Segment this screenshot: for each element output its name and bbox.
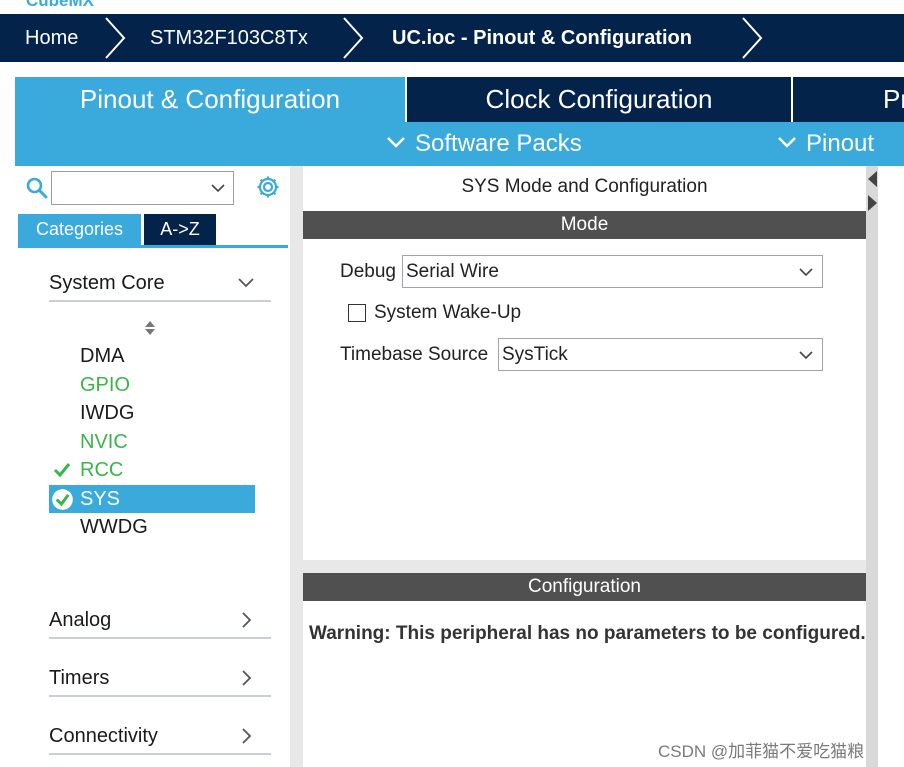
left-panel: Categories A->Z System Core DMA GPIO IWD… xyxy=(15,166,290,767)
gear-icon[interactable] xyxy=(255,174,281,200)
group-label: Connectivity xyxy=(49,725,158,747)
collapse-left-icon[interactable] xyxy=(867,170,878,188)
breadcrumb-device[interactable]: STM32F103C8Tx xyxy=(150,14,308,62)
right-panel-scrollbar[interactable] xyxy=(866,166,878,767)
group-system-core[interactable]: System Core xyxy=(49,266,271,302)
wakeup-label: System Wake-Up xyxy=(374,302,522,323)
timebase-value: SysTick xyxy=(502,344,568,365)
chevron-down-icon xyxy=(799,351,813,360)
peripheral-label: GPIO xyxy=(80,374,131,396)
chevron-right-icon xyxy=(343,17,364,59)
chevron-right-icon xyxy=(742,17,763,59)
debug-label: Debug xyxy=(340,261,396,282)
peripheral-rcc[interactable]: RCC xyxy=(49,456,255,484)
checkmark-icon xyxy=(53,463,71,478)
pinout-menu[interactable]: Pinout xyxy=(776,122,874,166)
left-panel-scrollbar[interactable] xyxy=(290,166,303,767)
search-input[interactable] xyxy=(56,172,206,202)
software-packs-label: Software Packs xyxy=(415,130,582,157)
breadcrumb-project[interactable]: UC.ioc - Pinout & Configuration xyxy=(392,14,692,62)
peripheral-wwdg[interactable]: WWDG xyxy=(49,513,255,541)
right-edge xyxy=(878,166,904,767)
group-timers[interactable]: Timers xyxy=(49,661,271,697)
app-logo: CubeMX xyxy=(0,0,904,14)
configuration-header: Configuration xyxy=(303,573,866,601)
tab-pinout-configuration[interactable]: Pinout & Configuration xyxy=(15,77,405,122)
breadcrumb: Home STM32F103C8Tx UC.ioc - Pinout & Con… xyxy=(0,14,904,62)
peripheral-sys[interactable]: SYS xyxy=(49,485,255,513)
peripheral-label: IWDG xyxy=(80,402,135,424)
peripheral-dma[interactable]: DMA xyxy=(49,342,255,370)
sub-menu-bar: Software Packs Pinout xyxy=(15,122,904,166)
chevron-down-icon[interactable] xyxy=(209,181,227,195)
chevron-down-icon xyxy=(387,137,405,148)
wakeup-checkbox[interactable] xyxy=(348,304,366,322)
chevron-right-icon xyxy=(242,612,252,628)
sort-icon[interactable] xyxy=(143,319,157,337)
mode-header: Mode xyxy=(303,211,866,239)
chevron-down-icon xyxy=(778,137,796,148)
panel-title: SYS Mode and Configuration xyxy=(461,176,708,197)
tab-categories[interactable]: Categories xyxy=(18,214,141,245)
group-label: Timers xyxy=(49,667,110,689)
chevron-down-icon xyxy=(799,268,813,277)
peripheral-label: WWDG xyxy=(80,516,148,538)
category-tabs: Categories A->Z xyxy=(18,214,288,248)
search-combobox[interactable] xyxy=(51,171,234,205)
chevron-down-icon xyxy=(238,278,254,288)
tabs-spacer xyxy=(0,62,904,77)
peripheral-gpio[interactable]: GPIO xyxy=(49,371,255,399)
group-label: Analog xyxy=(49,609,112,631)
breadcrumb-home[interactable]: Home xyxy=(25,14,78,62)
debug-value: Serial Wire xyxy=(406,261,499,282)
debug-select[interactable]: Serial Wire xyxy=(402,255,823,288)
pinout-label: Pinout xyxy=(806,130,875,157)
tab-clock-configuration[interactable]: Clock Configuration xyxy=(407,77,791,122)
tab-project-manager[interactable]: Pr xyxy=(883,77,904,122)
peripheral-iwdg[interactable]: IWDG xyxy=(49,399,255,427)
expand-right-icon[interactable] xyxy=(867,194,878,212)
chevron-right-icon xyxy=(105,17,126,59)
peripheral-label: SYS xyxy=(80,488,121,510)
tab-divider xyxy=(791,77,793,122)
app-logo-text: CubeMX xyxy=(26,0,94,10)
timebase-select[interactable]: SysTick xyxy=(498,338,823,371)
tab-a-to-z[interactable]: A->Z xyxy=(144,214,216,245)
group-analog[interactable]: Analog xyxy=(49,603,271,639)
peripheral-label: NVIC xyxy=(80,431,128,453)
search-icon[interactable] xyxy=(25,176,49,200)
group-connectivity[interactable]: Connectivity xyxy=(49,719,271,755)
warning-message: Warning: This peripheral has no paramete… xyxy=(309,623,866,644)
peripheral-label: RCC xyxy=(80,459,124,481)
chevron-right-icon xyxy=(242,728,252,744)
group-label: System Core xyxy=(49,272,165,294)
peripheral-nvic[interactable]: NVIC xyxy=(49,428,255,456)
watermark: CSDN @加菲猫不爱吃猫粮 xyxy=(658,742,865,761)
panel-splitter[interactable] xyxy=(303,560,866,574)
software-packs-menu[interactable]: Software Packs xyxy=(385,122,582,166)
peripheral-label: DMA xyxy=(80,345,125,367)
check-circle-icon xyxy=(52,489,73,510)
timebase-label: Timebase Source xyxy=(340,344,489,365)
chevron-right-icon xyxy=(242,670,252,686)
main-tabs: Pinout & Configuration Clock Configurati… xyxy=(15,77,904,122)
right-panel: SYS Mode and Configuration Mode Debug Se… xyxy=(303,166,866,767)
